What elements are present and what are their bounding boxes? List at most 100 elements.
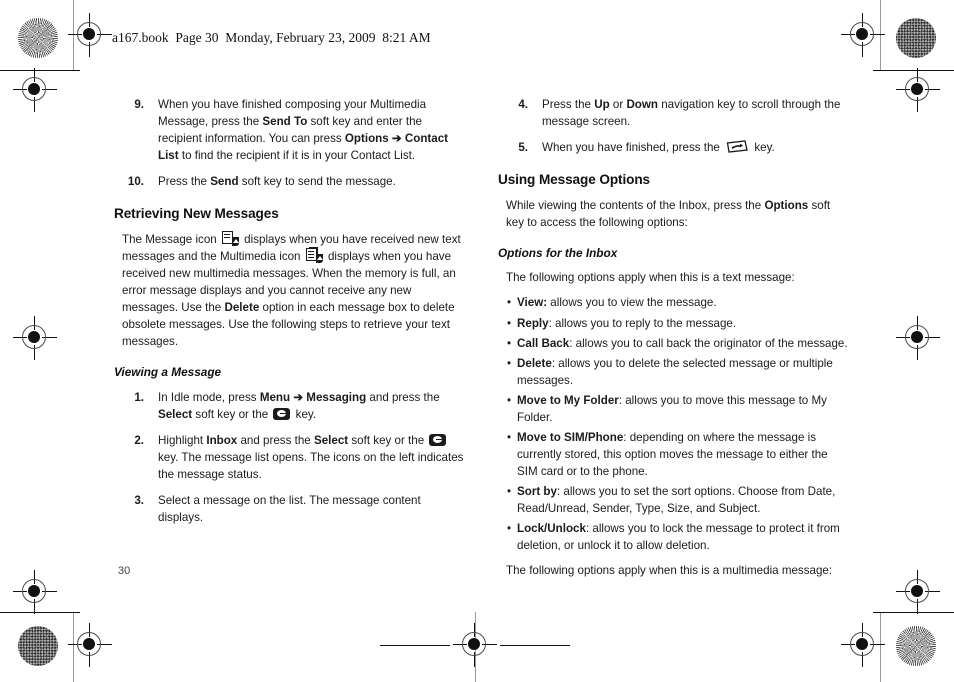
emphasis-text: Delete (224, 301, 260, 315)
section-intro-paragraph: While viewing the contents of the Inbox,… (498, 197, 850, 231)
bullet-icon: • (507, 430, 512, 444)
ok-key-icon (273, 407, 291, 420)
running-header: a167.book Page 30 Monday, February 23, 2… (112, 30, 431, 45)
emphasis-text: Menu (259, 390, 291, 404)
option-text: Delete: allows you to delete the selecte… (517, 357, 833, 387)
bullet-icon: • (507, 393, 512, 407)
option-list-item: • Move to My Folder: allows you to move t… (506, 392, 850, 426)
option-list-item: • View: allows you to view the message. (506, 294, 850, 311)
numbered-step: 2. Highlight Inbox and press the Select s… (114, 432, 466, 483)
body-text: : allows you to delete the selected mess… (517, 356, 833, 387)
body-text: and press the (366, 390, 440, 404)
option-text: View: allows you to view the message. (517, 296, 717, 309)
numbered-step: 1. In Idle mode, press Menu ➔ Messaging a… (114, 389, 466, 423)
numbered-step: 5. When you have finished, press the key. (498, 139, 850, 156)
body-text: soft key or the (192, 407, 272, 421)
option-text: Reply: allows you to reply to the messag… (517, 317, 736, 330)
body-text: The Message icon (122, 233, 220, 247)
option-list-item: • Lock/Unlock: allows you to lock the mes… (506, 520, 850, 554)
multimedia-lead-paragraph: The following options apply when this is… (506, 563, 833, 577)
subsection-heading-options-for-the-inbox: Options for the Inbox (498, 246, 618, 261)
body-text: and press the (237, 433, 314, 447)
body-text: or (609, 98, 627, 111)
option-list-item: • Delete: allows you to delete the select… (506, 355, 850, 389)
option-list-item: • Call Back: allows you to call back the … (506, 335, 850, 352)
subsection-heading-viewing-a-message: Viewing a Message (114, 365, 222, 380)
emphasis-text: Sort by (517, 484, 557, 498)
body-text: key. (751, 141, 775, 155)
emphasis-text: Up (594, 98, 610, 111)
body-text: soft key to send the message. (238, 175, 396, 189)
end-key-icon (725, 139, 749, 155)
step-text: Select a message on the list. The messag… (158, 494, 421, 524)
body-text: soft key or the (348, 433, 428, 447)
body-text: In Idle mode, press (158, 390, 260, 404)
step-number: 10. (127, 175, 144, 189)
step-text: Press the Up or Down navigation key to s… (542, 98, 840, 128)
option-text: Sort by: allows you to set the sort opti… (517, 485, 835, 515)
emphasis-text: View: (517, 296, 548, 310)
emphasis-text: Send (210, 175, 239, 189)
page-number: 30 (118, 565, 131, 577)
section-heading-using-message-options: Using Message Options (498, 172, 650, 188)
emphasis-text: Select (313, 433, 349, 447)
numbered-step-list: 1. In Idle mode, press Menu ➔ Messaging a… (114, 389, 466, 526)
bullet-icon: • (507, 316, 512, 330)
emphasis-text: Messaging (306, 390, 367, 404)
emphasis-text: Down (626, 98, 658, 111)
section-intro-paragraph: The Message icon displays when you have … (114, 231, 466, 350)
step-text: In Idle mode, press Menu ➔ Messaging and… (158, 391, 440, 421)
body-text: : allows you to set the sort options. Ch… (517, 484, 836, 515)
emphasis-text: Inbox (206, 433, 238, 447)
ok-key-icon (429, 433, 447, 446)
emphasis-text: ➔ (388, 132, 405, 146)
step-number: 4. (518, 98, 528, 111)
emphasis-text: Move to SIM/Phone (517, 430, 624, 444)
emphasis-text: Select (158, 407, 193, 421)
body-text: Highlight (158, 433, 207, 447)
step-number: 2. (134, 433, 144, 447)
inbox-options-list: • View: allows you to view the message. • R… (498, 294, 850, 553)
emphasis-text: Move to My Folder (517, 393, 619, 407)
step-text: Highlight Inbox and press the Select sof… (158, 433, 464, 481)
body-text: Press the (158, 175, 211, 189)
emphasis-text: Lock/Unlock (517, 521, 586, 535)
body-text: Select a message on the list. The messag… (158, 493, 421, 524)
manual-page: a167.book Page 30 Monday, February 23, 2… (0, 0, 954, 682)
step-number: 5. (518, 141, 528, 155)
numbered-step-list: 4. Press the Up or Down navigation key to… (498, 96, 850, 156)
emphasis-text: Options (764, 199, 809, 213)
body-text: key. (292, 407, 317, 421)
option-text: Move to SIM/Phone: depending on where th… (517, 431, 828, 478)
numbered-step: 4. Press the Up or Down navigation key to… (498, 96, 850, 130)
body-text: While viewing the contents of the Inbox,… (506, 199, 765, 213)
body-text: Press the (542, 98, 595, 111)
emphasis-text: ➔ (290, 390, 307, 404)
body-text: When you have finished, press the (542, 141, 724, 155)
bullet-icon: • (507, 296, 512, 310)
emphasis-text: Send To (262, 115, 308, 129)
body-text: to find the recipient if it is in your C… (178, 149, 416, 163)
option-text: Move to My Folder: allows you to move th… (517, 394, 827, 424)
bullet-icon: • (507, 356, 512, 370)
bullet-icon: • (507, 521, 512, 535)
body-text: key. The message list opens. The icons o… (158, 450, 464, 481)
body-text: : allows you to call back the originator… (569, 336, 848, 350)
step-text: Press the Send soft key to send the mess… (158, 175, 396, 188)
emphasis-text: Delete (517, 356, 552, 370)
option-text: Lock/Unlock: allows you to lock the mess… (517, 522, 840, 552)
step-number: 9. (134, 98, 144, 111)
step-number: 1. (134, 390, 144, 404)
numbered-step-list: 9. When you have finished composing your … (114, 96, 466, 190)
numbered-step: 9. When you have finished composing your … (114, 96, 466, 164)
bullet-icon: • (507, 336, 512, 350)
option-list-item: • Move to SIM/Phone: depending on where t… (506, 429, 850, 480)
emphasis-text: Call Back (517, 336, 570, 350)
section-heading-retrieving-new-messages: Retrieving New Messages (114, 206, 279, 222)
numbered-step: 10. Press the Send soft key to send the m… (114, 173, 466, 190)
option-list-item: • Reply: allows you to reply to the messa… (506, 315, 850, 332)
numbered-step: 3. Select a message on the list. The mess… (114, 492, 466, 526)
body-text: : allows you to reply to the message. (548, 316, 737, 330)
right-column: 4. Press the Up or Down navigation key to… (498, 96, 850, 587)
left-column: 9. When you have finished composing your … (114, 96, 466, 535)
